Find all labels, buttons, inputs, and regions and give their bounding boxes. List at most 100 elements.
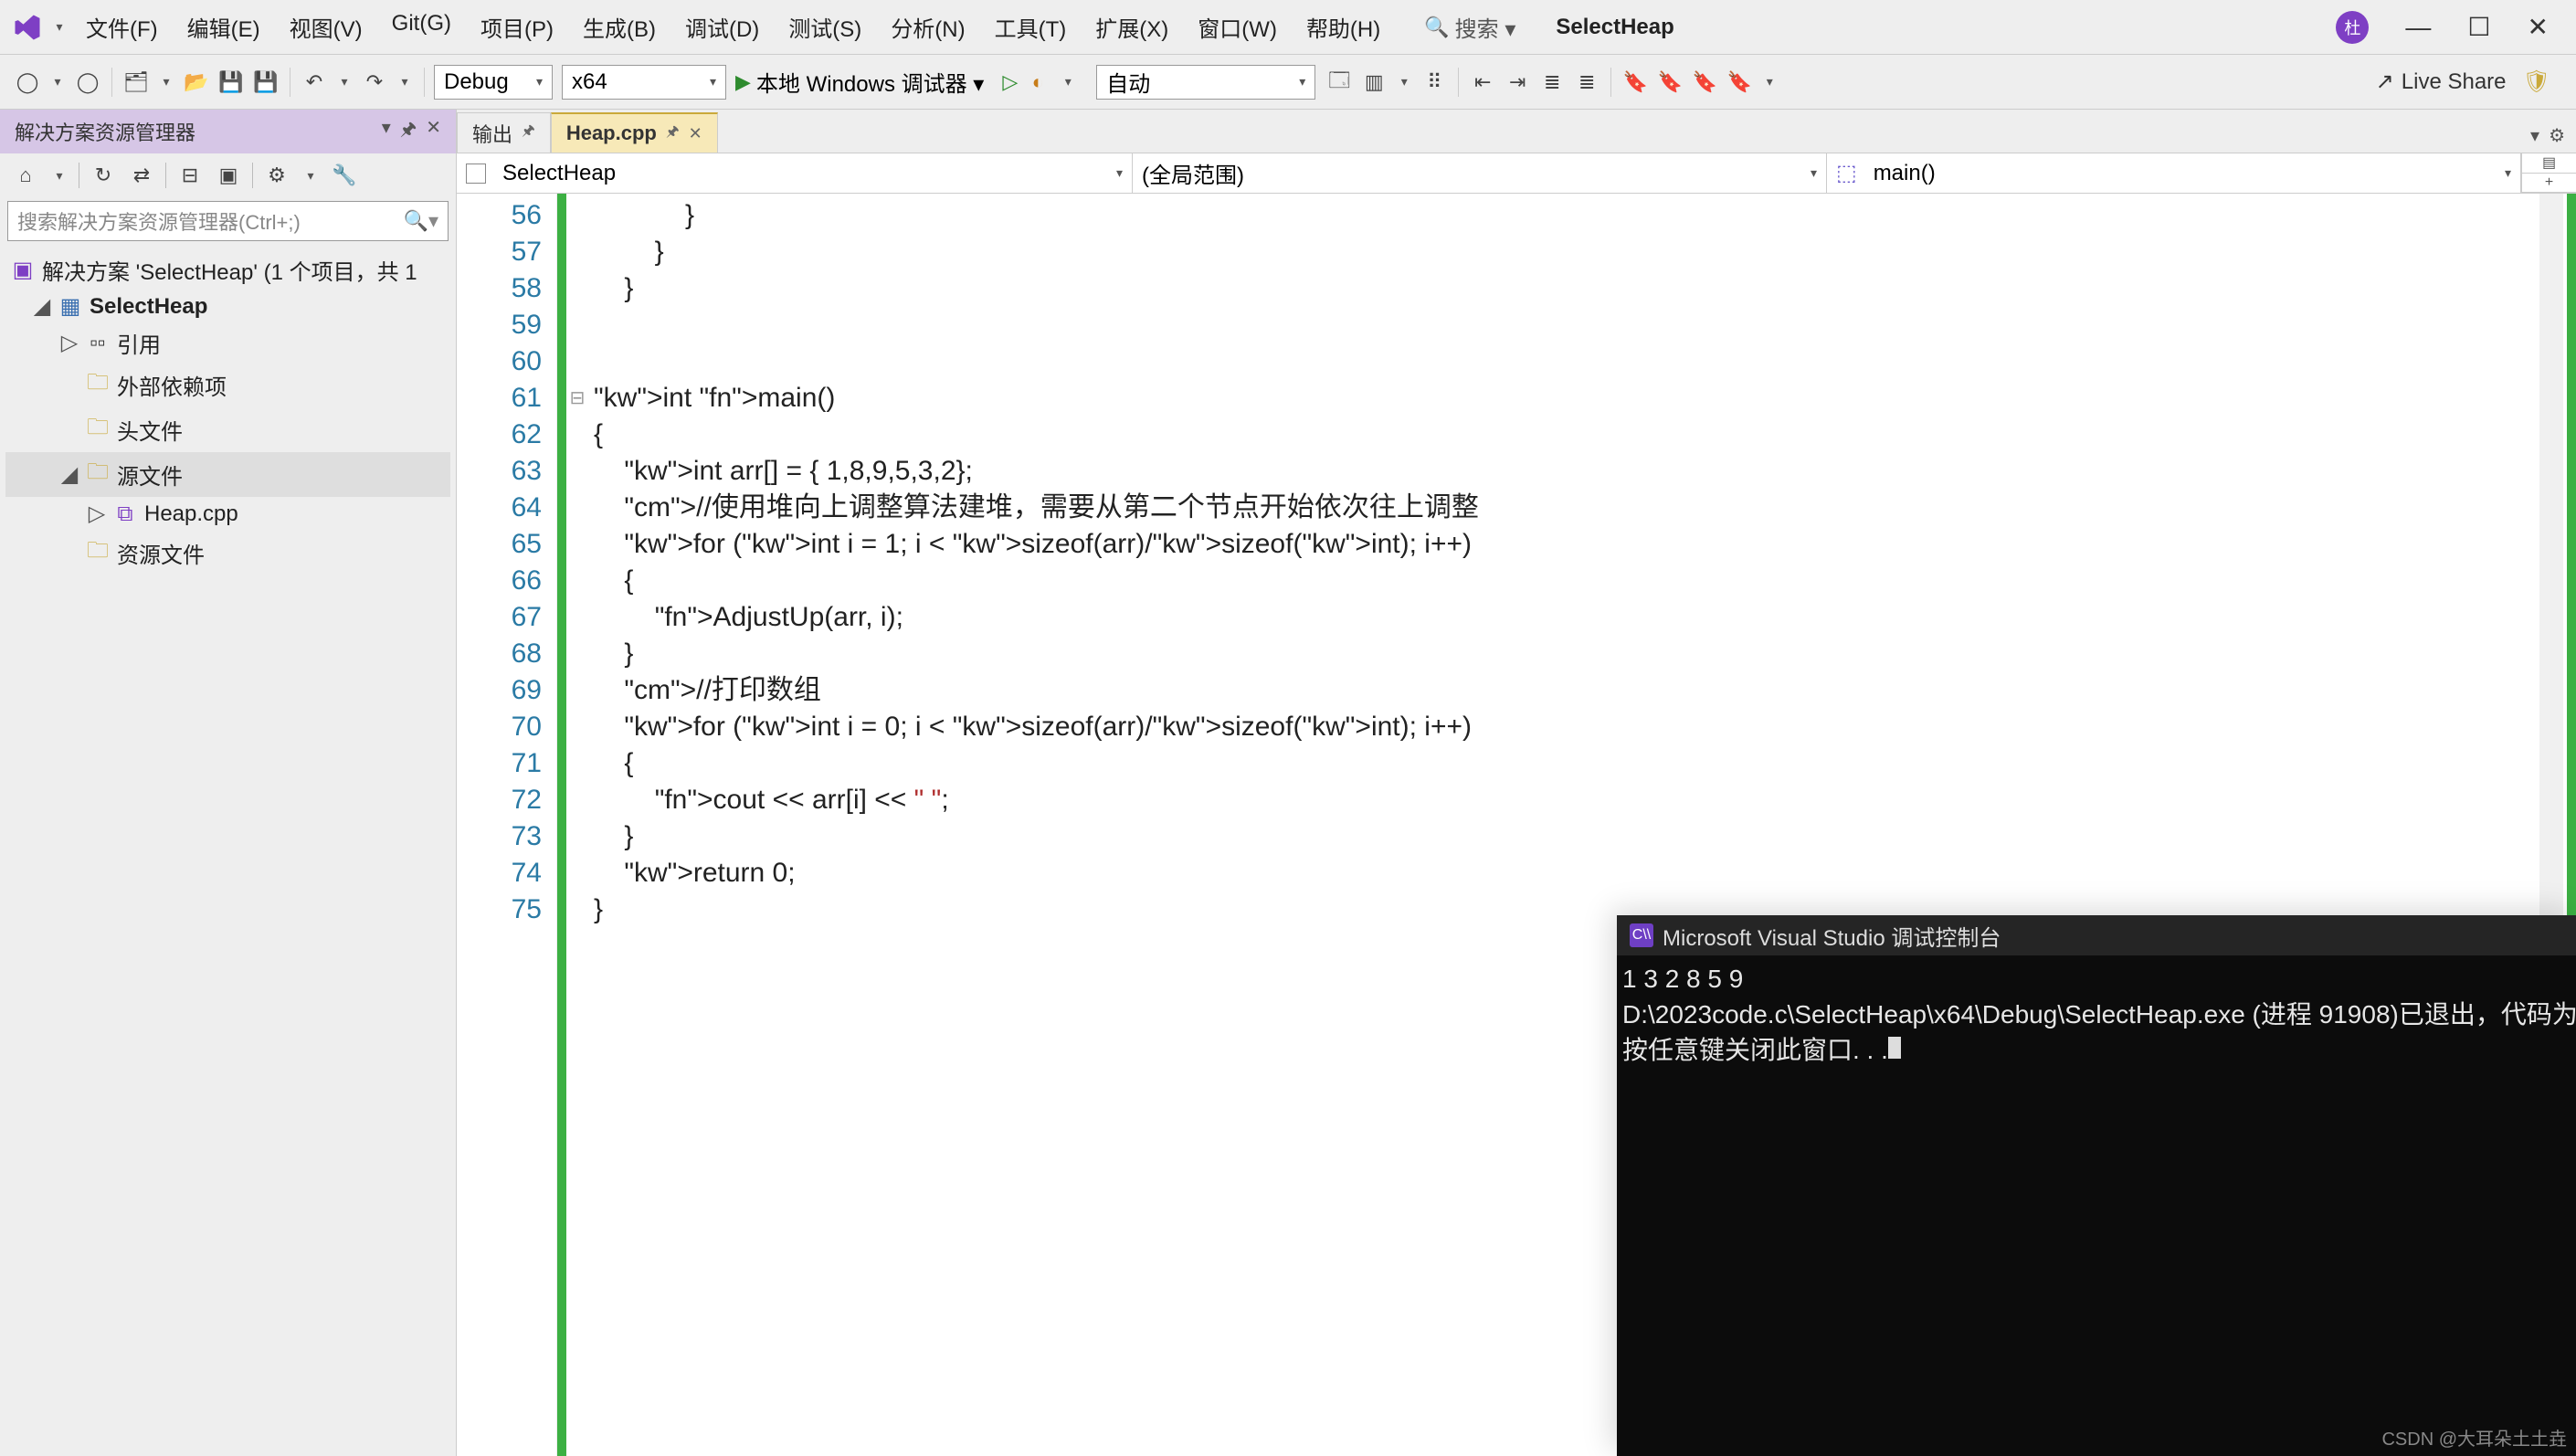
explorer-search[interactable]: 搜索解决方案资源管理器(Ctrl+;) 🔍▾ xyxy=(7,201,449,241)
nav-bar: SelectHeap ▾ (全局范围) ▾ ⬚ main() ▾ ▤ + xyxy=(457,153,2576,194)
comment-icon[interactable]: ≣ xyxy=(1537,68,1567,97)
back-button[interactable]: ◯ xyxy=(13,68,42,97)
new-project-icon[interactable]: 🗂 xyxy=(121,68,151,97)
menu-search[interactable]: 🔍 搜索 ▾ xyxy=(1424,11,1515,43)
outdent-icon[interactable]: ⇥ xyxy=(1503,68,1532,97)
platform-combo[interactable]: x64▾ xyxy=(562,65,726,100)
config-combo[interactable]: Debug▾ xyxy=(434,65,553,100)
res-node[interactable]: 🗀 资源文件 xyxy=(5,531,450,575)
tab-overflow-icon[interactable]: ▾ xyxy=(2530,124,2539,147)
menu-item[interactable]: Git(G) xyxy=(379,7,464,47)
properties-icon[interactable]: ⚙ xyxy=(262,161,291,190)
prop-dd[interactable]: ▾ xyxy=(301,168,321,184)
redo-dd[interactable]: ▾ xyxy=(395,74,415,90)
home-icon[interactable]: ⌂ xyxy=(11,161,40,190)
wrench-icon[interactable]: 🔧 xyxy=(330,161,359,190)
dbg-icon-3[interactable]: ⠿ xyxy=(1420,68,1449,97)
nav-scope-combo[interactable]: (全局范围) ▾ xyxy=(1133,153,1827,193)
menu-item[interactable]: 调试(D) xyxy=(672,7,772,47)
pin-icon[interactable]: 🖈 xyxy=(522,121,535,145)
ext-node[interactable]: 🗀 外部依赖项 xyxy=(5,363,450,407)
tb-bookmark-group: 🔖 🔖 🔖 🔖 ▾ xyxy=(1621,68,1789,97)
bm-prev-icon[interactable]: 🔖 xyxy=(1655,68,1684,97)
redo-icon[interactable]: ↷ xyxy=(360,68,389,97)
expand-icon[interactable]: ◢ xyxy=(33,293,51,320)
live-share-button[interactable]: ↗ Live Share 🛡 xyxy=(2363,69,2563,95)
expand-icon[interactable]: ▷ xyxy=(88,501,106,527)
console-titlebar[interactable]: C\\ Microsoft Visual Studio 调试控制台 xyxy=(1617,915,2576,955)
menu-item[interactable]: 文件(F) xyxy=(73,7,171,47)
nav-func-combo[interactable]: ⬚ main() ▾ xyxy=(1827,153,2521,193)
bm-dd[interactable]: ▾ xyxy=(1759,74,1779,90)
open-icon[interactable]: 📂 xyxy=(182,68,211,97)
dbg-icon-1[interactable]: 🗔 xyxy=(1325,68,1354,97)
nav-project-combo[interactable]: SelectHeap ▾ xyxy=(457,153,1133,193)
home-dd[interactable]: ▾ xyxy=(49,168,69,184)
back-dd[interactable]: ▾ xyxy=(48,74,68,90)
panel-pin-icon[interactable]: 🖈 xyxy=(400,116,417,147)
menu-item[interactable]: 窗口(W) xyxy=(1185,7,1290,47)
tb-diag-group: 🗔 ▥ ▾ ⠿ xyxy=(1325,68,1459,97)
close-button[interactable]: ✕ xyxy=(2528,12,2549,42)
show-all-icon[interactable]: ▣ xyxy=(214,161,243,190)
project-label: SelectHeap xyxy=(90,294,207,320)
headers-node[interactable]: 🗀 头文件 xyxy=(5,407,450,452)
filter-icon[interactable]: ⇄ xyxy=(127,161,156,190)
refs-node[interactable]: ▷ ▫▫ 引用 xyxy=(5,323,450,363)
tab-output[interactable]: 输出 🖈 xyxy=(457,112,551,153)
panel-menu-icon[interactable]: ▾ xyxy=(382,116,391,147)
bm-next-icon[interactable]: 🔖 xyxy=(1690,68,1719,97)
maximize-button[interactable]: ☐ xyxy=(2467,12,2490,42)
undo-icon[interactable]: ↶ xyxy=(300,68,329,97)
sync-icon[interactable]: ↻ xyxy=(89,161,118,190)
expand-icon[interactable]: ▷ xyxy=(60,330,79,356)
menu-item[interactable]: 项目(P) xyxy=(468,7,566,47)
start-nodbg-icon[interactable]: ▷ xyxy=(1002,70,1018,94)
menu-item[interactable]: 工具(T) xyxy=(982,7,1080,47)
tab-label: 输出 xyxy=(472,119,512,148)
pin-icon[interactable]: 🖈 xyxy=(666,121,680,146)
hot-dd[interactable]: ▾ xyxy=(1058,74,1078,90)
menu-item[interactable]: 测试(S) xyxy=(776,7,874,47)
solution-tree: ▣ 解决方案 'SelectHeap' (1 个项目，共 1 ◢ ▦ Selec… xyxy=(0,245,456,581)
chevron-down-icon: ▾ xyxy=(1116,165,1123,181)
window-controls: 杜 — ☐ ✕ xyxy=(2336,11,2567,44)
minimize-button[interactable]: — xyxy=(2405,13,2431,42)
expand-icon[interactable]: ◢ xyxy=(60,461,79,488)
debug-target[interactable]: 本地 Windows 调试器 ▾ xyxy=(756,66,984,98)
file-node[interactable]: ▷ ⧉ Heap.cpp xyxy=(5,497,450,531)
panel-title: 解决方案资源管理器 xyxy=(15,117,195,146)
sources-node[interactable]: ◢ 🗀 源文件 xyxy=(5,452,450,497)
user-avatar[interactable]: 杜 xyxy=(2336,11,2369,44)
undo-dd[interactable]: ▾ xyxy=(334,74,354,90)
save-all-icon[interactable]: 💾 xyxy=(251,68,280,97)
menu-item[interactable]: 生成(B) xyxy=(570,7,669,47)
logo-dropdown-icon[interactable]: ▾ xyxy=(49,19,69,35)
bookmark-icon[interactable]: 🔖 xyxy=(1621,68,1650,97)
project-node[interactable]: ◢ ▦ SelectHeap xyxy=(5,290,450,323)
menu-item[interactable]: 视图(V) xyxy=(277,7,375,47)
uncomment-icon[interactable]: ≣ xyxy=(1572,68,1601,97)
tab-settings-icon[interactable]: ⚙ xyxy=(2549,124,2565,147)
menu-item[interactable]: 扩展(X) xyxy=(1082,7,1181,47)
start-debug-icon[interactable]: ▶ xyxy=(735,70,751,94)
dbg2-dd[interactable]: ▾ xyxy=(1394,74,1414,90)
menu-item[interactable]: 编辑(E) xyxy=(174,7,273,47)
forward-button[interactable]: ◯ xyxy=(73,68,102,97)
panel-close-icon[interactable]: ✕ xyxy=(426,116,441,147)
hot-reload-icon[interactable]: ◐ xyxy=(1023,68,1052,97)
menu-item[interactable]: 帮助(H) xyxy=(1293,7,1393,47)
split-v-icon[interactable]: + xyxy=(2522,174,2576,194)
menu-item[interactable]: 分析(N) xyxy=(878,7,977,47)
close-tab-icon[interactable]: ✕ xyxy=(689,124,702,143)
dbg-icon-2[interactable]: ▥ xyxy=(1359,68,1388,97)
solution-node[interactable]: ▣ 解决方案 'SelectHeap' (1 个项目，共 1 xyxy=(5,250,450,290)
bm-clear-icon[interactable]: 🔖 xyxy=(1725,68,1754,97)
auto-combo[interactable]: 自动▾ xyxy=(1096,65,1315,100)
save-icon[interactable]: 💾 xyxy=(216,68,246,97)
split-h-icon[interactable]: ▤ xyxy=(2522,153,2576,174)
new-dd[interactable]: ▾ xyxy=(156,74,176,90)
collapse-icon[interactable]: ⊟ xyxy=(175,161,205,190)
tab-heap-cpp[interactable]: Heap.cpp 🖈 ✕ xyxy=(551,112,718,153)
indent-icon[interactable]: ⇤ xyxy=(1468,68,1497,97)
